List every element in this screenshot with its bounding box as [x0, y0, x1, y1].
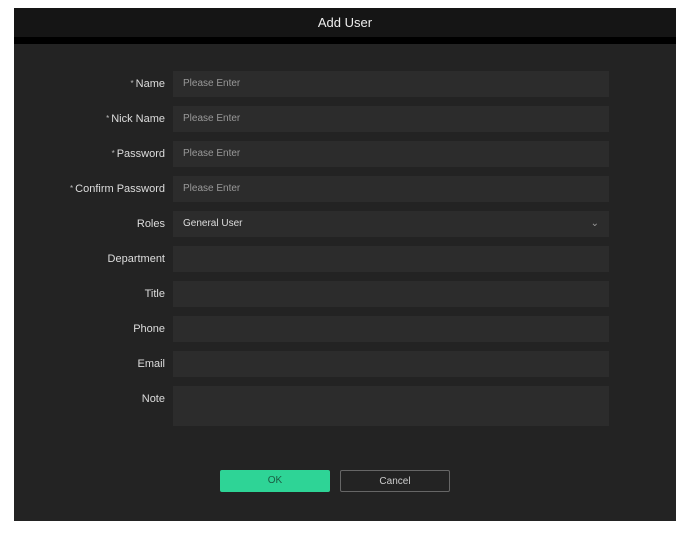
required-mark: * [130, 79, 134, 88]
label-text: Confirm Password [75, 183, 165, 195]
form-row-phone: Phone [14, 316, 676, 342]
password-label: * Password [112, 141, 165, 167]
confirm-password-label: * Confirm Password [70, 176, 165, 202]
password-input[interactable] [173, 141, 609, 167]
label-text: Password [116, 148, 165, 160]
title-input[interactable] [173, 281, 609, 307]
confirm-password-input[interactable] [173, 176, 609, 202]
required-mark: * [111, 149, 115, 158]
label-text: Name [135, 78, 165, 90]
add-user-dialog: Add User *Name *Nick Name *Password *Con… [14, 8, 676, 521]
email-label: Email [137, 358, 165, 370]
label-text: Nick Name [111, 113, 165, 125]
form-row-password: * Password [14, 141, 676, 167]
ok-button[interactable]: OK [220, 470, 330, 492]
form-row-email: Email [14, 351, 676, 377]
nick-name-input[interactable] [173, 106, 609, 132]
dialog-title: Add User [14, 8, 676, 44]
roles-value: General User [183, 218, 243, 229]
note-textarea[interactable] [173, 386, 609, 426]
required-mark: * [106, 114, 110, 123]
form-row-confirm-password: * Confirm Password [14, 176, 676, 202]
form-row-nick-name: * Nick Name [14, 106, 676, 132]
roles-select[interactable]: General User ⌄ [173, 211, 609, 237]
email-input[interactable] [173, 351, 609, 377]
name-input[interactable] [173, 71, 609, 97]
department-label: Department [107, 253, 165, 265]
note-label: Note [141, 393, 165, 405]
form-row-title: Title [14, 281, 676, 307]
department-input[interactable] [173, 246, 609, 272]
form-row-name: * Name [14, 71, 676, 97]
roles-label: Roles [136, 218, 165, 230]
name-label: * Name [131, 71, 165, 97]
form-row-roles: Roles General User ⌄ [14, 211, 676, 237]
chevron-down-icon: ⌄ [590, 218, 599, 229]
phone-input[interactable] [173, 316, 609, 342]
phone-label: Phone [133, 323, 165, 335]
cancel-button[interactable]: Cancel [340, 470, 450, 492]
required-mark: * [70, 184, 74, 193]
title-label: Title [144, 288, 165, 300]
form-row-department: Department [14, 246, 676, 272]
form-row-note: Note [14, 386, 676, 426]
nick-name-label: * Nick Name [106, 106, 165, 132]
